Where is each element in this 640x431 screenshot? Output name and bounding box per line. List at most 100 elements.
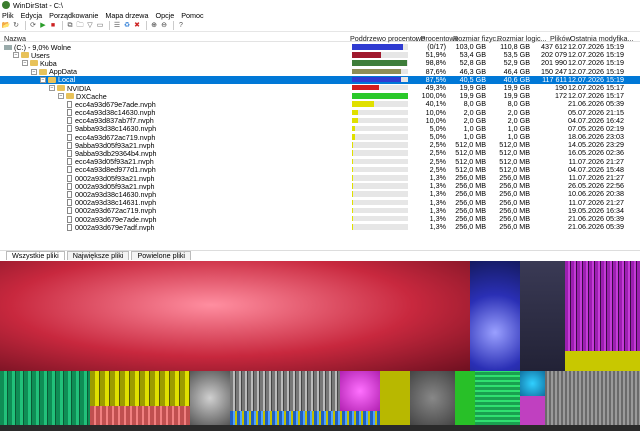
folder-icon (48, 76, 56, 83)
open-icon[interactable]: 📂 (2, 22, 11, 30)
subtree-percent-bar (352, 166, 408, 173)
treemap-block[interactable] (340, 371, 380, 411)
subtree-percent-bar (352, 84, 408, 91)
stop-icon[interactable]: ■ (49, 22, 57, 30)
column-subtree-percent[interactable]: Poddrzewo procentowo (350, 34, 425, 43)
drive-icon (4, 44, 12, 50)
help-icon[interactable]: ? (177, 22, 185, 30)
treemap-block[interactable] (190, 371, 230, 425)
treemap[interactable] (0, 261, 640, 431)
tree-row[interactable]: − Local 87,5% 40,5 GB 40,6 GB 117 611 12.07.20… (0, 75, 640, 84)
menu-item-2[interactable]: Porządkowanie (49, 11, 98, 20)
delete-icon[interactable]: ✖ (133, 22, 141, 30)
treemap-block[interactable] (0, 425, 640, 431)
subtree-percent-bar (352, 150, 408, 156)
file-icon (67, 166, 72, 174)
file-icon (67, 199, 72, 207)
copy-path-icon[interactable]: ⧉ (66, 22, 74, 30)
toolbar-separator (62, 21, 63, 30)
treemap-block[interactable] (520, 396, 545, 425)
subtree-percent-bar (352, 191, 408, 197)
collapse-toggle-icon[interactable]: − (40, 76, 46, 83)
collapse-toggle-icon[interactable]: − (22, 60, 28, 67)
subtree-percent-bar (352, 183, 408, 189)
subtree-percent-bar (352, 101, 408, 107)
refresh-all-icon[interactable]: ⟳ (29, 22, 37, 30)
file-tree-view[interactable]: Nazwa Poddrzewo procentowo ↓ Procentowo … (0, 32, 640, 250)
treemap-block[interactable] (0, 371, 90, 425)
menu-item-1[interactable]: Edycja (21, 11, 43, 20)
tab-2[interactable]: Powielone pliki (131, 251, 192, 260)
subtree-percent-bar (352, 93, 408, 99)
treemap-block[interactable] (475, 371, 520, 425)
collapse-toggle-icon[interactable]: − (58, 93, 64, 100)
tab-1[interactable]: Największe pliki (66, 251, 130, 260)
treemap-block[interactable] (230, 411, 380, 425)
filter-icon[interactable]: ▽ (86, 22, 94, 30)
treemap-block[interactable] (90, 371, 190, 406)
treemap-block[interactable] (230, 371, 340, 411)
treemap-block[interactable] (520, 371, 545, 396)
zoom-out-icon[interactable]: ⊖ (160, 22, 168, 30)
subtree-percent-bar (352, 76, 408, 83)
subtree-percent-bar (352, 215, 408, 222)
subtree-percent-bar (352, 109, 408, 115)
tab-bar: Wszystkie pliki Największe pliki Powielone… (0, 250, 640, 260)
tab-0[interactable]: Wszystkie pliki (6, 251, 65, 260)
treemap-block[interactable] (90, 406, 190, 425)
explorer-icon[interactable]: 🗀 (76, 22, 84, 30)
toolbar-separator (146, 21, 147, 30)
zoom-in-icon[interactable]: ⊕ (150, 22, 158, 30)
file-icon (67, 150, 72, 158)
treemap-block[interactable] (0, 261, 470, 371)
column-header: Nazwa Poddrzewo procentowo ↓ Procentowo … (0, 32, 640, 43)
menu-item-0[interactable]: Plik (2, 11, 14, 20)
file-icon (67, 182, 72, 190)
play-icon[interactable]: ▶ (39, 22, 47, 30)
cell-pct: 1,3% (429, 222, 446, 232)
properties-icon[interactable]: ☰ (113, 22, 121, 30)
treemap-block[interactable] (380, 371, 410, 425)
toolbar-separator (173, 21, 174, 30)
subtree-percent-bar (352, 60, 408, 66)
subtree-percent-bar (352, 134, 408, 140)
cmd-icon[interactable]: ▭ (96, 22, 104, 30)
toolbar: 📂 ↻ ⟳ ▶ ■ ⧉ 🗀 ▽ ▭ ☰ ♻ ✖ ⊕ ⊖? (0, 20, 640, 32)
subtree-percent-bar (352, 52, 408, 58)
file-icon (67, 190, 72, 198)
subtree-percent-bar (352, 207, 408, 214)
window-title: WinDirStat - C:\ (13, 0, 63, 10)
toolbar-separator (109, 21, 110, 30)
treemap-block[interactable] (455, 371, 475, 425)
menu-item-4[interactable]: Opcje (155, 11, 174, 20)
treemap-block[interactable] (520, 261, 565, 371)
subtree-percent-bar (352, 142, 408, 148)
collapse-toggle-icon[interactable]: − (13, 52, 19, 59)
collapse-toggle-icon[interactable]: − (31, 68, 37, 75)
file-icon (67, 141, 72, 149)
treemap-block[interactable] (410, 371, 455, 425)
menu-item-5[interactable]: Pomoc (181, 11, 203, 20)
subtree-percent-bar (352, 125, 408, 132)
recycle-icon[interactable]: ♻ (123, 22, 131, 30)
windirstat-logo-icon (2, 1, 10, 9)
folder-icon (39, 68, 47, 75)
toolbar-separator (25, 21, 26, 30)
treemap-block[interactable] (565, 261, 640, 351)
collapse-toggle-icon[interactable]: − (49, 85, 55, 92)
refresh-icon[interactable]: ↻ (12, 22, 20, 30)
treemap-block[interactable] (545, 371, 640, 425)
menu-bar: Plik Edycja Porządkowanie Mapa drzewa Opcje P… (0, 10, 640, 20)
subtree-percent-bar (352, 175, 408, 181)
menu-item-3[interactable]: Mapa drzewa (105, 11, 148, 20)
subtree-percent-bar (352, 68, 408, 75)
treemap-block[interactable] (470, 261, 520, 371)
file-icon (67, 207, 72, 215)
file-icon (67, 158, 72, 166)
treemap-block[interactable] (565, 351, 640, 371)
tree-row[interactable]: 0002a93d679e7adf.nvph 1,3% 256,0 MB 256,0 M… (0, 222, 640, 232)
subtree-percent-bar (352, 199, 408, 206)
cell-files: 172 (555, 91, 567, 101)
file-icon (67, 133, 72, 141)
file-icon (67, 223, 72, 231)
